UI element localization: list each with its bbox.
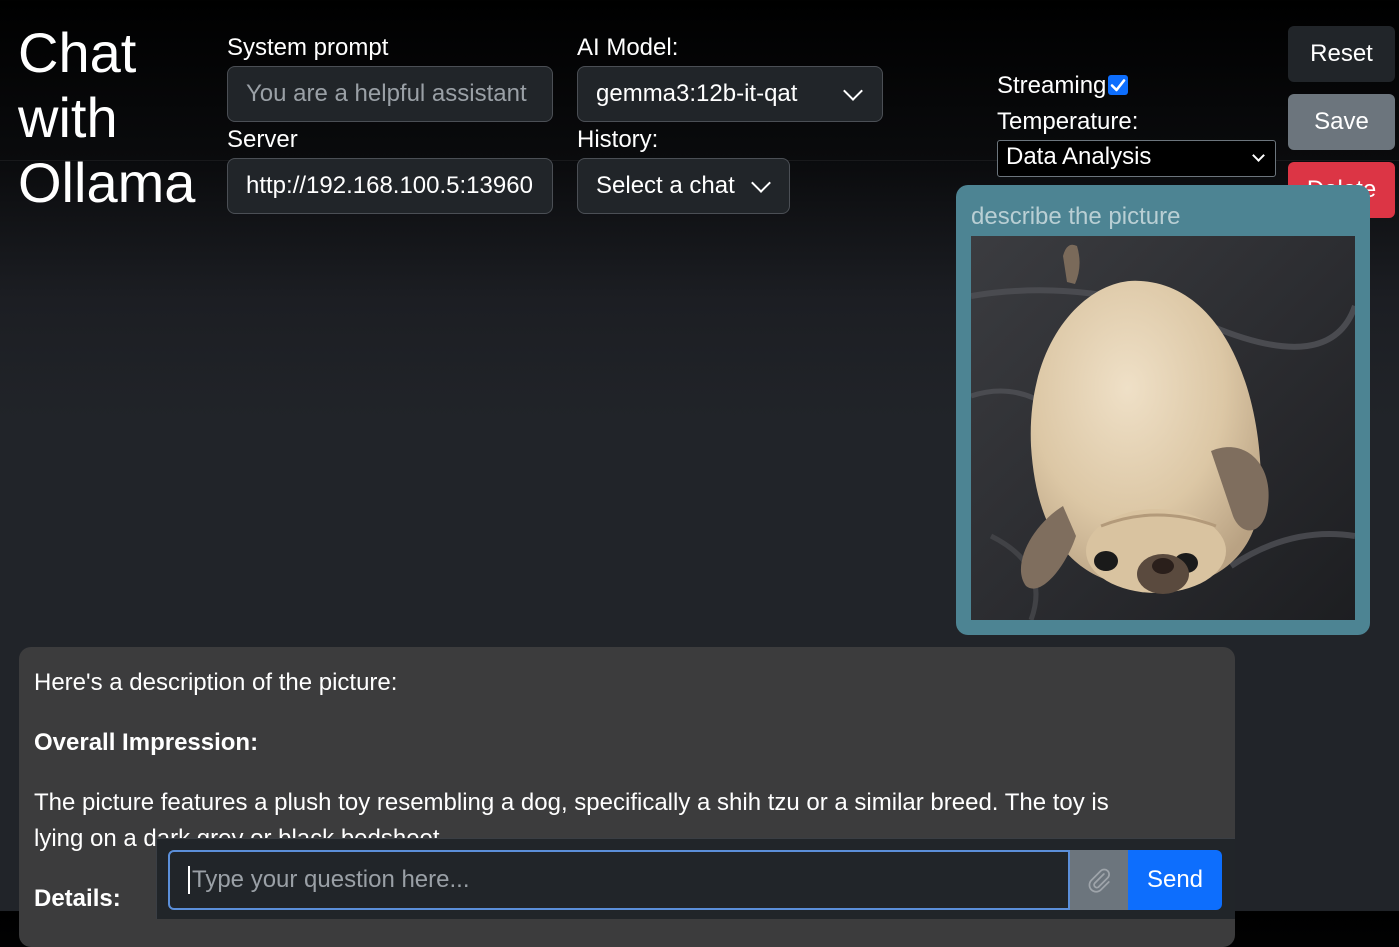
assistant-heading: Overall Impression:: [34, 729, 259, 756]
model-select[interactable]: gemma3:12b-it-qat: [577, 66, 883, 122]
plush-pug-image: [971, 236, 1355, 620]
model-value: gemma3:12b-it-qat: [596, 80, 798, 107]
attach-button[interactable]: [1070, 850, 1128, 910]
app-title: Chat with Ollama: [18, 20, 195, 215]
title-line: Ollama: [18, 151, 196, 214]
question-placeholder: Type your question here...: [192, 866, 470, 893]
check-icon: [1110, 79, 1126, 92]
chevron-down-icon: [751, 173, 771, 193]
attached-image: [971, 236, 1355, 620]
temperature-select[interactable]: Data Analysis: [997, 140, 1276, 177]
chevron-down-icon: [843, 81, 863, 101]
model-label: AI Model:: [577, 34, 679, 61]
temperature-label: Temperature:: [997, 108, 1139, 135]
question-input[interactable]: Type your question here...: [168, 850, 1070, 910]
streaming-checkbox[interactable]: [1108, 75, 1128, 95]
user-message: describe the picture: [956, 185, 1370, 635]
paperclip-icon: [1088, 868, 1110, 893]
system-prompt-input[interactable]: You are a helpful assistant: [227, 66, 553, 122]
user-message-text: describe the picture: [971, 203, 1181, 230]
server-input[interactable]: http://192.168.100.5:13960: [227, 158, 553, 214]
save-button[interactable]: Save: [1288, 94, 1395, 150]
temperature-value: Data Analysis: [1006, 143, 1152, 170]
history-select[interactable]: Select a chat: [577, 158, 790, 214]
send-button[interactable]: Send: [1128, 850, 1222, 910]
server-value: http://192.168.100.5:13960: [246, 172, 533, 199]
history-label: History:: [577, 126, 659, 153]
title-line: with: [18, 86, 118, 149]
assistant-intro: Here's a description of the picture:: [34, 669, 398, 696]
server-label: Server: [227, 126, 298, 153]
system-prompt-label: System prompt: [227, 34, 389, 61]
system-prompt-placeholder: You are a helpful assistant: [246, 80, 527, 107]
composer: Type your question here... Send: [156, 838, 1235, 919]
title-line: Chat: [18, 21, 137, 84]
text-cursor: [188, 866, 190, 894]
chevron-down-icon: [1252, 149, 1265, 162]
streaming-label: Streaming: [997, 72, 1107, 99]
history-value: Select a chat: [596, 172, 735, 199]
reset-button[interactable]: Reset: [1288, 26, 1395, 82]
